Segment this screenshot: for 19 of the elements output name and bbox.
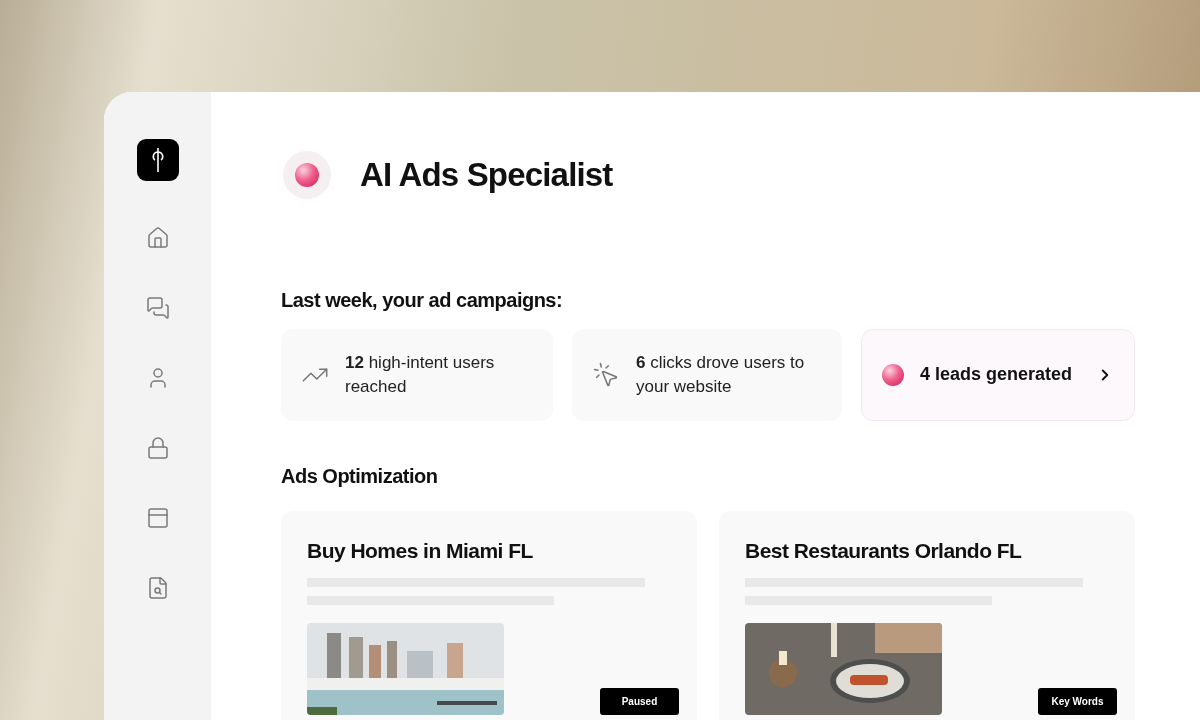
campaign-button[interactable]: Paused xyxy=(600,688,679,715)
orb-icon xyxy=(882,363,904,386)
cursor-click-icon xyxy=(592,360,620,389)
section-heading: Last week, your ad campaigns: xyxy=(281,287,564,313)
campaign-button[interactable]: Key Words xyxy=(1038,688,1117,715)
home-icon[interactable] xyxy=(145,226,170,250)
page-title: AI Ads Specialist xyxy=(360,155,613,195)
lock-icon[interactable] xyxy=(145,436,170,460)
logo-icon[interactable] xyxy=(136,139,179,181)
stat-text: 12 high-intent users reached xyxy=(345,351,496,398)
stat-text: 6 clicks drove users to your website xyxy=(636,351,806,398)
window-icon[interactable] xyxy=(145,506,170,530)
campaign-title: Best Restaurants Orlando FL xyxy=(745,537,1023,564)
chat-bubbles-icon[interactable] xyxy=(145,296,170,320)
orb-icon xyxy=(295,162,319,187)
section-heading: Ads Optimization xyxy=(281,463,439,489)
leads-card[interactable]: 4 leads generated xyxy=(861,328,1135,421)
leads-text: 4 leads generated xyxy=(920,363,1073,386)
campaign-title: Buy Homes in Miami FL xyxy=(307,537,534,564)
